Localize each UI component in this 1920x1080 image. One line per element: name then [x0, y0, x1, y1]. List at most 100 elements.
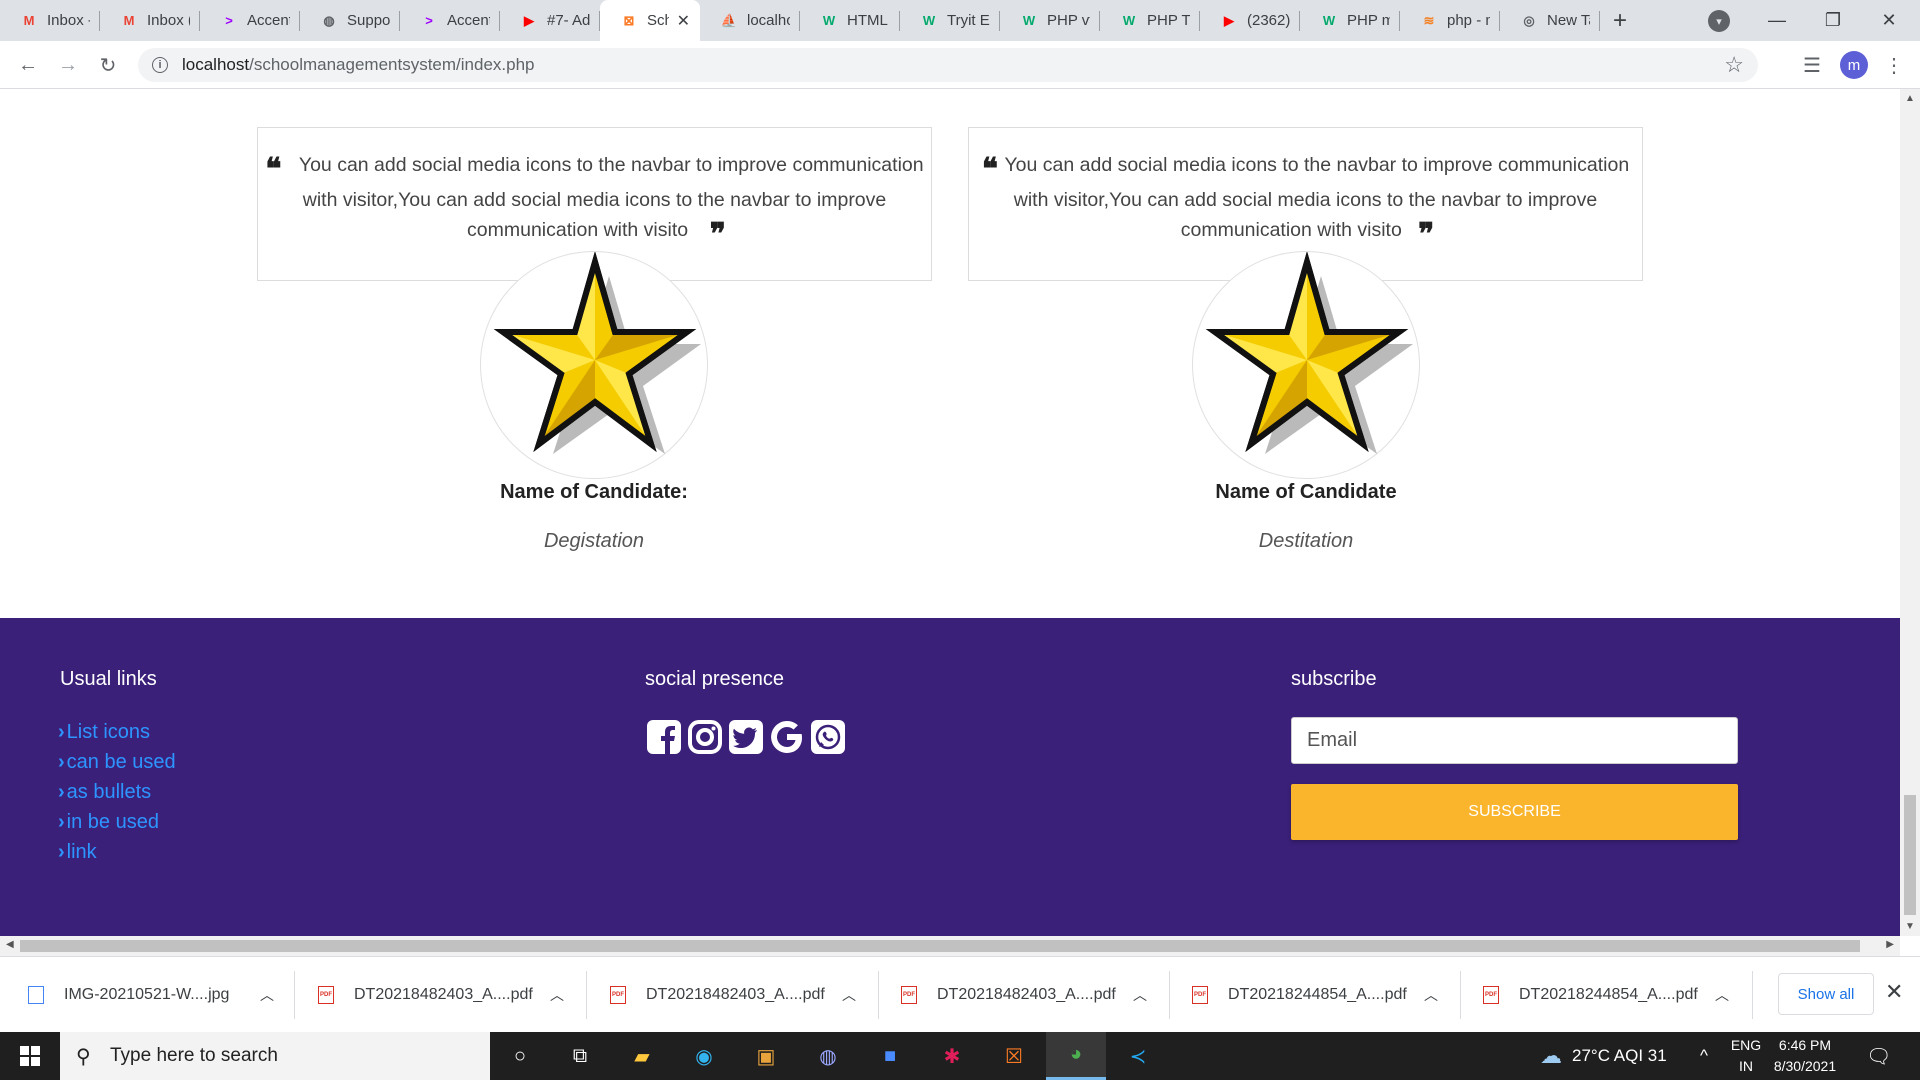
browser-tab[interactable]: ▶ (2362)	[1200, 0, 1300, 41]
tab-title: Accentu	[447, 12, 490, 29]
vertical-scrollbar[interactable]: ▲ ▼	[1900, 89, 1920, 936]
subscribe-button[interactable]: SUBSCRIBE	[1291, 784, 1738, 840]
browser-tab[interactable]: W PHP Try	[1100, 0, 1200, 41]
browser-tab[interactable]: M Inbox (	[100, 0, 200, 41]
footer-link[interactable]: › as bullets	[58, 781, 151, 804]
new-tab-button[interactable]: +	[1600, 0, 1640, 41]
tray-chevron-up-icon[interactable]: ^	[1700, 1032, 1708, 1080]
slack-icon[interactable]: ✱	[922, 1032, 982, 1080]
restore-icon[interactable]: ❐	[1810, 0, 1856, 41]
chevron-up-icon[interactable]: ︿	[260, 985, 274, 1005]
chevron-up-icon[interactable]: ︿	[842, 985, 856, 1005]
accenture-icon: >	[225, 13, 233, 28]
download-item[interactable]: PDF DT20218482403_A....pdf ︿	[901, 967, 1147, 1023]
chevron-right-icon: ›	[58, 841, 65, 863]
download-item[interactable]: PDF DT20218244854_A....pdf ︿	[1192, 967, 1438, 1023]
footer-link[interactable]: › can be used	[58, 751, 176, 774]
gmail-icon: M	[23, 13, 35, 28]
google-icon[interactable]	[768, 718, 805, 755]
browser-tab[interactable]: > Accentu	[200, 0, 300, 41]
scroll-right-icon[interactable]: ▶	[1886, 939, 1894, 950]
whatsapp-icon[interactable]	[809, 718, 846, 755]
search-icon: ⚲	[76, 1046, 91, 1068]
close-window-icon[interactable]: ✕	[1866, 0, 1912, 41]
back-icon[interactable]: ←	[14, 51, 42, 79]
profile-avatar[interactable]: m	[1840, 51, 1868, 79]
scroll-thumb[interactable]	[20, 940, 1860, 952]
browser-tab[interactable]: ◎ New Ta	[1500, 0, 1600, 41]
image-file-icon	[28, 986, 44, 1004]
chevron-up-icon[interactable]: ︿	[1715, 985, 1729, 1005]
candidate-designation: Destitation	[1258, 530, 1354, 552]
email-input[interactable]: Email	[1291, 717, 1738, 764]
twitter-icon[interactable]	[727, 718, 764, 755]
browser-tab[interactable]: ≋ php - m	[1400, 0, 1500, 41]
browser-menu-icon[interactable]: ⋮	[1880, 51, 1908, 79]
task-view-icon[interactable]: ⧉	[550, 1032, 610, 1080]
w3schools-icon: W	[1022, 13, 1036, 28]
download-item[interactable]: PDF DT20218244854_A....pdf ︿	[1483, 967, 1729, 1023]
star-icon	[493, 251, 701, 454]
windows-start-icon[interactable]	[0, 1032, 60, 1080]
cortana-icon[interactable]: ○	[490, 1032, 550, 1080]
scroll-left-icon[interactable]: ◀	[6, 939, 14, 950]
footer-link[interactable]: › in be used	[58, 811, 159, 834]
download-item[interactable]: IMG-20210521-W....jpg ︿	[28, 967, 274, 1023]
file-explorer-icon[interactable]: ▰	[612, 1032, 672, 1080]
chevron-up-icon[interactable]: ︿	[1133, 985, 1147, 1005]
edge-icon[interactable]: ◉	[674, 1032, 734, 1080]
youtube-icon: ▶	[1224, 12, 1234, 28]
scroll-up-icon[interactable]: ▲	[1905, 93, 1915, 104]
vscode-icon[interactable]: ≺	[1108, 1032, 1168, 1080]
forward-icon[interactable]: →	[54, 51, 82, 79]
notification-icon[interactable]: 🗨	[1866, 1032, 1891, 1080]
open-quote-icon: ❝	[981, 152, 998, 187]
eclipse-icon[interactable]: ◍	[798, 1032, 858, 1080]
download-item[interactable]: PDF DT20218482403_A....pdf ︿	[318, 967, 564, 1023]
browser-tab[interactable]: W PHP my	[1300, 0, 1400, 41]
tab-title: localho	[747, 12, 790, 29]
system-clock[interactable]: 6:46 PM 8/30/2021	[1760, 1035, 1850, 1077]
chevron-right-icon: ›	[58, 781, 65, 803]
tab-title: Inbox -	[47, 12, 90, 29]
browser-tab[interactable]: M Inbox -	[0, 0, 100, 41]
download-item[interactable]: PDF DT20218482403_A....pdf ︿	[610, 967, 856, 1023]
w3schools-icon: W	[1322, 13, 1336, 28]
store-icon[interactable]: ▣	[736, 1032, 796, 1080]
weather-widget[interactable]: ☁ 27°C AQI 31	[1540, 1032, 1667, 1080]
reload-icon[interactable]: ↻	[94, 51, 122, 79]
browser-tab[interactable]: > Accentu	[400, 0, 500, 41]
close-tab-icon[interactable]: ✕	[677, 11, 690, 31]
social-presence-title: social presence	[645, 668, 784, 690]
chrome-icon[interactable]: ◕	[1046, 1032, 1106, 1080]
browser-tab[interactable]: ⛵ localho	[700, 0, 800, 41]
scroll-thumb[interactable]	[1904, 795, 1916, 915]
browser-tab[interactable]: ◍ Suppor	[300, 0, 400, 41]
chevron-up-icon[interactable]: ︿	[1424, 985, 1438, 1005]
social-icons	[645, 718, 846, 758]
footer-link[interactable]: › List icons	[58, 721, 150, 744]
browser-tab[interactable]: W PHP vfy	[1000, 0, 1100, 41]
browser-tab[interactable]: W Tryit Ed	[900, 0, 1000, 41]
taskbar-search-box[interactable]: ⚲ Type here to search	[60, 1032, 490, 1080]
bookmark-star-icon[interactable]: ☆	[1724, 52, 1744, 78]
browser-tab[interactable]: ▶ #7- Adi	[500, 0, 600, 41]
browser-tab[interactable]: W HTML F	[800, 0, 900, 41]
instagram-icon[interactable]	[686, 718, 723, 755]
horizontal-scrollbar[interactable]: ◀ ▶	[0, 936, 1900, 956]
address-bar[interactable]: i localhost/schoolmanagementsystem/index…	[138, 48, 1758, 82]
show-all-downloads-button[interactable]: Show all	[1778, 973, 1874, 1015]
tab-search-icon[interactable]: ▾	[1708, 10, 1730, 32]
zoom-icon[interactable]: ■	[860, 1032, 920, 1080]
browser-tab[interactable]: ⊠ Sch ✕	[600, 0, 700, 41]
minimize-icon[interactable]: —	[1754, 0, 1800, 41]
footer-link[interactable]: › link	[58, 841, 97, 864]
tab-title: Inbox (	[147, 12, 190, 29]
scroll-down-icon[interactable]: ▼	[1905, 921, 1915, 932]
facebook-icon[interactable]	[645, 718, 682, 755]
xampp-icon[interactable]: ☒	[984, 1032, 1044, 1080]
close-downloads-icon[interactable]: ✕	[1885, 979, 1903, 1005]
site-info-icon[interactable]: i	[152, 57, 168, 73]
reading-list-icon[interactable]: ☰	[1798, 51, 1826, 79]
chevron-up-icon[interactable]: ︿	[550, 985, 564, 1005]
